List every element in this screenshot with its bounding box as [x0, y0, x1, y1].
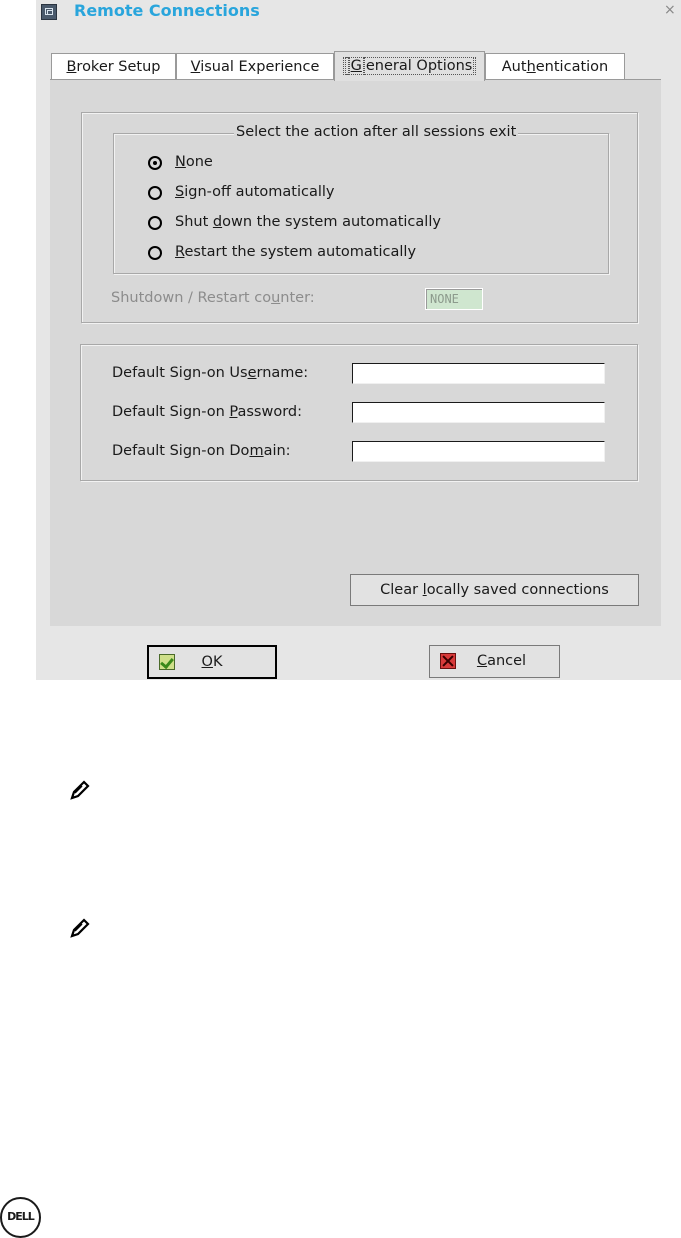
- remote-connections-dialog: Remote Connections × Broker Setup Visual…: [36, 0, 681, 680]
- radio-button-checked[interactable]: [148, 156, 162, 170]
- radio-button[interactable]: [148, 216, 162, 230]
- sign-on-defaults-group: Default Sign-on Username: Default Sign-o…: [80, 344, 638, 481]
- tab-authentication[interactable]: Authentication: [485, 53, 625, 80]
- clear-saved-connections-button[interactable]: Clear locally saved connections: [350, 574, 639, 606]
- window-title: Remote Connections: [74, 1, 260, 20]
- default-domain-label: Default Sign-on Domain:: [112, 443, 291, 459]
- radio-label-shut-down[interactable]: Shut down the system automatically: [175, 214, 441, 230]
- tab-general-options[interactable]: General Options: [334, 51, 485, 81]
- default-domain-field[interactable]: [352, 441, 605, 462]
- remote-connections-icon: [41, 4, 57, 20]
- radio-label-none[interactable]: None: [175, 154, 213, 170]
- cancel-button[interactable]: Cancel: [429, 645, 560, 678]
- default-password-label: Default Sign-on Password:: [112, 404, 303, 420]
- tab-broker-setup[interactable]: Broker Setup: [51, 53, 176, 80]
- default-password-field[interactable]: [352, 402, 605, 423]
- radio-button[interactable]: [148, 186, 162, 200]
- default-username-field[interactable]: [352, 363, 605, 384]
- session-exit-action-fieldset: Select the action after all sessions exi…: [113, 124, 609, 274]
- pencil-note-icon: [70, 918, 90, 938]
- radio-label-restart[interactable]: Restart the system automatically: [175, 244, 416, 260]
- radio-label-sign-off[interactable]: Sign-off automatically: [175, 184, 334, 200]
- checkmark-icon: [159, 654, 175, 670]
- title-bar[interactable]: Remote Connections ×: [36, 0, 681, 26]
- pencil-note-icon: [70, 780, 90, 800]
- dell-logo: DELL: [0, 1197, 41, 1238]
- session-exit-group: Select the action after all sessions exi…: [81, 112, 638, 323]
- shutdown-restart-counter-field: NONE: [425, 288, 483, 310]
- x-icon: [440, 653, 456, 669]
- radio-button[interactable]: [148, 246, 162, 260]
- default-username-label: Default Sign-on Username:: [112, 365, 309, 381]
- shutdown-restart-counter-label: Shutdown / Restart counter:: [111, 290, 315, 306]
- session-exit-legend: Select the action after all sessions exi…: [234, 124, 519, 140]
- ok-button[interactable]: OK: [147, 645, 277, 679]
- general-options-panel: Select the action after all sessions exi…: [50, 79, 661, 626]
- close-icon[interactable]: ×: [664, 2, 676, 18]
- tab-visual-experience[interactable]: Visual Experience: [176, 53, 334, 80]
